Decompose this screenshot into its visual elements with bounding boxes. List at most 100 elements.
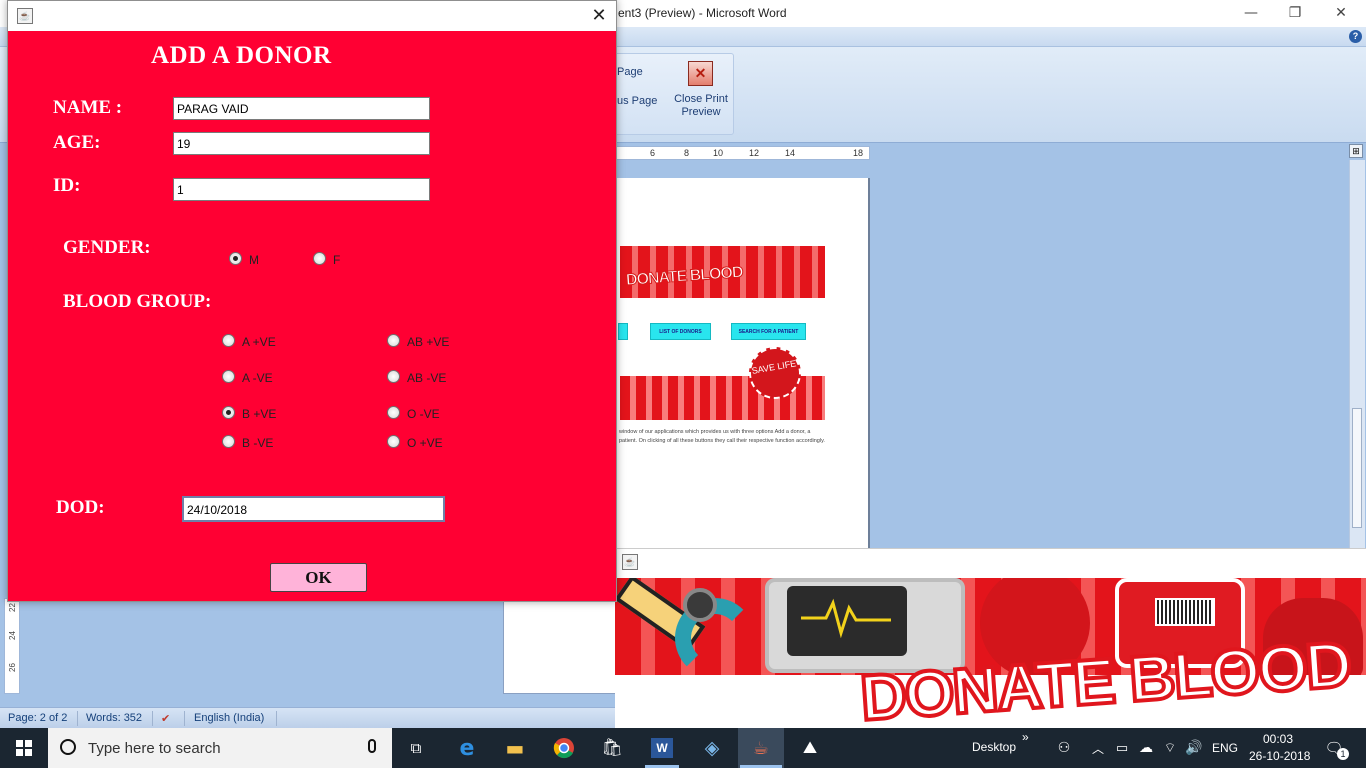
preview-search-patient-button: SEARCH FOR A PATIENT (731, 323, 806, 340)
taskbar: Type here to search ⧉ e ▬ 🛍 W ◈ ☕ ⛰ Desk… (0, 728, 1366, 768)
pulse-line-graphic (801, 598, 891, 638)
blood-ab-neg-radio[interactable] (387, 370, 400, 383)
status-divider (152, 711, 153, 726)
restore-button[interactable]: ❐ (1272, 2, 1318, 24)
gender-label: GENDER: (63, 237, 151, 258)
age-label: AGE: (53, 132, 101, 153)
gender-f-label[interactable]: F (333, 253, 340, 267)
clock-date[interactable]: 26-10-2018 (1249, 749, 1310, 763)
search-placeholder: Type here to search (88, 740, 221, 757)
word-window-title: ent3 (Preview) - Microsoft Word (618, 6, 787, 20)
previous-page-button[interactable]: us Page (617, 95, 657, 107)
chrome-icon[interactable] (550, 734, 578, 762)
ruler-number: 6 (650, 148, 656, 158)
gender-f-radio[interactable] (313, 252, 326, 265)
minimize-button[interactable]: — (1228, 2, 1274, 24)
file-explorer-icon[interactable]: ▬ (501, 734, 529, 762)
ruler-number: 18 (853, 148, 864, 158)
id-field[interactable]: 1 (173, 178, 430, 201)
people-icon[interactable]: ⚇ (1050, 734, 1078, 762)
blood-a-pos-label[interactable]: A +VE (242, 335, 276, 349)
preview-paragraph: window of our applications which provide… (619, 429, 825, 444)
next-page-button[interactable]: Page (617, 66, 643, 78)
gender-m-label[interactable]: M (249, 253, 259, 267)
java-icon: ☕ (622, 554, 638, 570)
form-title: ADD A DONOR (151, 42, 332, 69)
desktop-toolbar-chevron[interactable]: » (1022, 730, 1029, 744)
preview-list-of-donors-button: LIST OF DONORS (650, 323, 711, 340)
preview-add-donor-button (618, 323, 628, 340)
clock-time[interactable]: 00:03 (1263, 732, 1293, 746)
word-status-bar: Page: 2 of 2 Words: 352 ✔ English (India… (0, 707, 616, 728)
add-donor-window: ☕ ✕ ADD A DONOR NAME : PARAG VAID AGE: 1… (7, 0, 617, 602)
ok-button[interactable]: OK (270, 563, 367, 592)
id-label: ID: (53, 175, 81, 196)
close-button[interactable]: ✕ (1318, 2, 1364, 24)
desktop-toolbar-label[interactable]: Desktop (972, 740, 1016, 754)
age-field[interactable]: 19 (173, 132, 430, 155)
blood-ab-neg-label[interactable]: AB -VE (407, 371, 446, 385)
search-icon (60, 739, 76, 755)
page-count-status[interactable]: Page: 2 of 2 (8, 712, 67, 724)
task-view-icon[interactable]: ⧉ (402, 734, 430, 762)
blood-a-neg-radio[interactable] (222, 370, 235, 383)
status-divider (276, 711, 277, 726)
ruler-number: 26 (7, 663, 17, 672)
3d-app-icon[interactable]: ◈ (698, 734, 726, 762)
view-ruler-icon[interactable]: ⊞ (1349, 144, 1363, 158)
ruler-number: 10 (713, 148, 724, 158)
banner-window-titlebar (615, 548, 1366, 578)
barcode-graphic (1155, 598, 1215, 626)
start-button[interactable] (0, 728, 48, 768)
language-status[interactable]: English (India) (194, 712, 264, 724)
notification-count: 1 (1337, 748, 1349, 760)
blood-b-neg-radio[interactable] (222, 435, 235, 448)
microphone-icon[interactable] (368, 739, 376, 753)
java-app-icon[interactable]: ☕ (747, 734, 775, 762)
blood-o-neg-label[interactable]: O -VE (407, 407, 440, 421)
ruler-number: 22 (7, 603, 17, 612)
ruler-number: 12 (749, 148, 760, 158)
name-label: NAME : (53, 97, 123, 118)
ruler-number: 14 (785, 148, 796, 158)
word-icon[interactable]: W (648, 734, 676, 762)
dod-label: DOD: (56, 497, 105, 518)
vertical-ruler: 22 24 26 (4, 598, 20, 694)
blood-ab-pos-label[interactable]: AB +VE (407, 335, 449, 349)
word-count-status[interactable]: Words: 352 (86, 712, 142, 724)
blood-b-pos-label[interactable]: B +VE (242, 407, 276, 421)
document-page (503, 598, 616, 694)
proofing-icon[interactable]: ✔ (161, 712, 170, 725)
blood-b-neg-label[interactable]: B -VE (242, 436, 273, 450)
blood-o-pos-radio[interactable] (387, 435, 400, 448)
blood-b-pos-radio[interactable] (222, 406, 235, 419)
close-print-preview-button[interactable]: Close Print Preview (668, 93, 734, 119)
name-field[interactable]: PARAG VAID (173, 97, 430, 120)
close-button[interactable]: ✕ (584, 4, 614, 28)
ruler-number: 24 (7, 631, 17, 640)
blood-ab-pos-radio[interactable] (387, 334, 400, 347)
horizontal-ruler: 6 8 10 12 14 18 (614, 146, 870, 160)
edge-icon[interactable]: e (453, 734, 481, 762)
language-indicator[interactable]: ENG (1212, 741, 1238, 755)
donor-window-titlebar: ☕ ✕ (8, 1, 616, 31)
blood-a-pos-radio[interactable] (222, 334, 235, 347)
gender-m-radio[interactable] (229, 252, 242, 265)
store-icon[interactable]: 🛍 (598, 734, 626, 762)
print-preview-page (614, 178, 870, 550)
photos-icon[interactable]: ⛰ (796, 734, 824, 762)
blood-o-neg-radio[interactable] (387, 406, 400, 419)
status-divider (77, 711, 78, 726)
blood-a-neg-label[interactable]: A -VE (242, 371, 273, 385)
close-print-preview-icon[interactable]: ✕ (688, 61, 713, 86)
dod-field[interactable]: 24/10/2018 (182, 496, 445, 522)
status-divider (184, 711, 185, 726)
donate-blood-banner: DONATE BLOOD (615, 578, 1366, 728)
ruler-number: 8 (684, 148, 690, 158)
help-icon[interactable]: ? (1349, 30, 1362, 43)
blood-o-pos-label[interactable]: O +VE (407, 436, 443, 450)
taskbar-search-box[interactable]: Type here to search (48, 728, 392, 768)
java-icon: ☕ (17, 8, 33, 24)
scrollbar-thumb[interactable] (1352, 408, 1362, 528)
volume-icon[interactable]: 🔊 (1180, 734, 1208, 762)
